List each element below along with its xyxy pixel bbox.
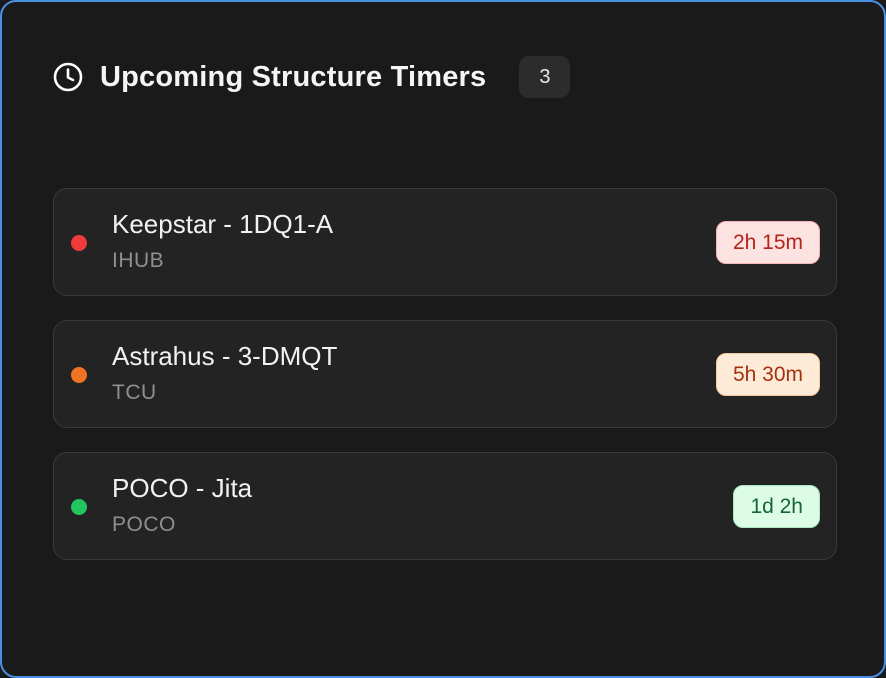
timer-list: Keepstar - 1DQ1-A IHUB 2h 15m Astrahus -… [53, 188, 837, 584]
timer-card[interactable]: POCO - Jita POCO 1d 2h [53, 452, 837, 560]
status-dot [71, 499, 87, 515]
timer-type: POCO [112, 513, 176, 536]
time-remaining-badge: 1d 2h [733, 485, 820, 528]
count-badge: 3 [519, 56, 571, 98]
panel-header: Upcoming Structure Timers 3 [52, 56, 571, 98]
timer-card[interactable]: Keepstar - 1DQ1-A IHUB 2h 15m [53, 188, 837, 296]
structure-name: Keepstar - 1DQ1-A [112, 209, 334, 239]
clock-icon [52, 61, 84, 93]
page-title: Upcoming Structure Timers [100, 60, 487, 93]
structure-name: Astrahus - 3-DMQT [112, 341, 338, 371]
time-remaining-badge: 5h 30m [715, 353, 820, 396]
timers-panel: Upcoming Structure Timers 3 Keepstar - 1… [0, 0, 886, 678]
status-dot [71, 367, 87, 383]
structure-name: POCO - Jita [112, 473, 253, 503]
status-dot [71, 235, 87, 251]
timer-type: IHUB [112, 249, 165, 272]
timer-card[interactable]: Astrahus - 3-DMQT TCU 5h 30m [53, 320, 837, 428]
time-remaining-badge: 2h 15m [715, 221, 820, 264]
timer-type: TCU [112, 381, 157, 404]
